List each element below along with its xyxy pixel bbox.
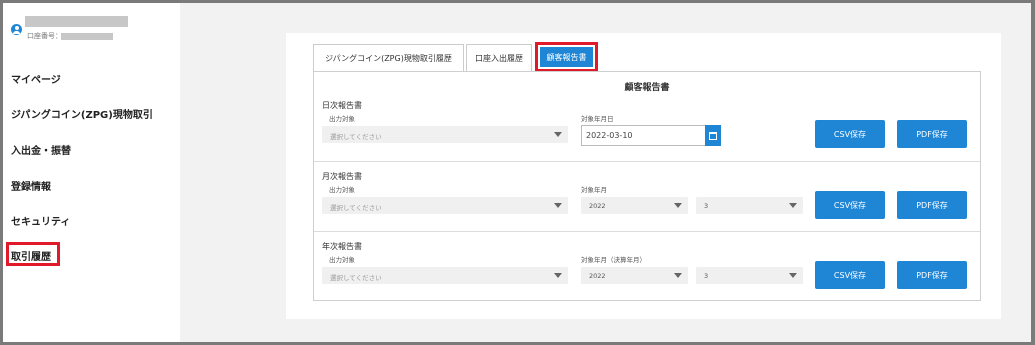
daily-date-label: 対象年月日	[581, 115, 614, 123]
sidebar-item-security[interactable]: セキュリティ	[11, 213, 70, 228]
daily-report-title: 日次報告書	[322, 101, 362, 110]
account-number-redacted	[61, 33, 113, 40]
monthly-csv-button[interactable]: CSV保存	[815, 191, 885, 219]
daily-output-select[interactable]: 選択してください	[322, 126, 568, 143]
sidebar-item-deposit-withdraw[interactable]: 入出金・振替	[11, 142, 71, 157]
annual-month-value: 3	[704, 272, 709, 280]
daily-csv-button[interactable]: CSV保存	[815, 120, 885, 148]
monthly-date-label: 対象年月	[581, 186, 607, 194]
chevron-down-icon	[554, 273, 562, 278]
sidebar-item-mypage[interactable]: マイページ	[11, 71, 61, 86]
calendar-icon[interactable]	[705, 125, 721, 146]
chevron-down-icon	[789, 203, 797, 208]
chevron-down-icon	[554, 203, 562, 208]
user-icon	[11, 24, 22, 35]
chevron-down-icon	[554, 132, 562, 137]
section-divider	[314, 161, 980, 162]
sidebar: 口座番号： マイページ ジパングコイン(ZPG)現物取引 入出金・振替 登録情報…	[3, 3, 180, 342]
tab-zpg-spot-history[interactable]: ジパングコイン(ZPG)現物取引履歴	[313, 44, 464, 71]
annual-report-title: 年次報告書	[322, 242, 362, 251]
tab-customer-report-highlight: 顧客報告書	[535, 42, 598, 72]
chevron-down-icon	[674, 203, 682, 208]
main-card: ジパングコイン(ZPG)現物取引履歴 口座入出履歴 顧客報告書 顧客報告書 日次…	[286, 33, 1001, 319]
monthly-year-value: 2022	[589, 202, 606, 210]
daily-pdf-button[interactable]: PDF保存	[897, 120, 967, 148]
sidebar-item-registration[interactable]: 登録情報	[11, 178, 51, 193]
daily-date-input[interactable]: 2022-03-10	[581, 125, 706, 146]
sidebar-item-zpg-spot-trade[interactable]: ジパングコイン(ZPG)現物取引	[11, 106, 153, 121]
daily-output-label: 出力対象	[329, 115, 355, 123]
monthly-output-placeholder: 選択してください	[330, 204, 382, 212]
panel-title: 顧客報告書	[624, 83, 670, 93]
annual-pdf-button[interactable]: PDF保存	[897, 261, 967, 289]
account-number-label: 口座番号：	[27, 32, 62, 40]
monthly-year-select[interactable]: 2022	[581, 197, 688, 214]
annual-output-label: 出力対象	[329, 256, 355, 264]
chevron-down-icon	[674, 273, 682, 278]
monthly-output-select[interactable]: 選択してください	[322, 197, 568, 214]
monthly-pdf-button[interactable]: PDF保存	[897, 191, 967, 219]
annual-year-value: 2022	[589, 272, 606, 280]
tab-account-history[interactable]: 口座入出履歴	[466, 44, 532, 71]
monthly-output-label: 出力対象	[329, 186, 355, 194]
sidebar-item-trade-history[interactable]: 取引履歴	[11, 248, 51, 263]
annual-output-select[interactable]: 選択してください	[322, 267, 568, 284]
monthly-month-value: 3	[704, 202, 709, 210]
app-frame: 口座番号： マイページ ジパングコイン(ZPG)現物取引 入出金・振替 登録情報…	[3, 3, 1031, 342]
annual-year-select[interactable]: 2022	[581, 267, 688, 284]
section-divider	[314, 231, 980, 232]
monthly-month-select[interactable]: 3	[696, 197, 803, 214]
annual-output-placeholder: 選択してください	[330, 274, 382, 282]
annual-csv-button[interactable]: CSV保存	[815, 261, 885, 289]
monthly-report-title: 月次報告書	[322, 172, 362, 181]
annual-month-select[interactable]: 3	[696, 267, 803, 284]
annual-date-label: 対象年月（決算年月）	[581, 256, 646, 264]
tab-customer-report[interactable]: 顧客報告書	[540, 47, 593, 67]
user-name-redacted	[25, 16, 128, 27]
report-panel: 顧客報告書 日次報告書 出力対象 選択してください 対象年月日 2022-03-…	[313, 71, 981, 301]
daily-output-placeholder: 選択してください	[330, 133, 382, 141]
chevron-down-icon	[789, 273, 797, 278]
